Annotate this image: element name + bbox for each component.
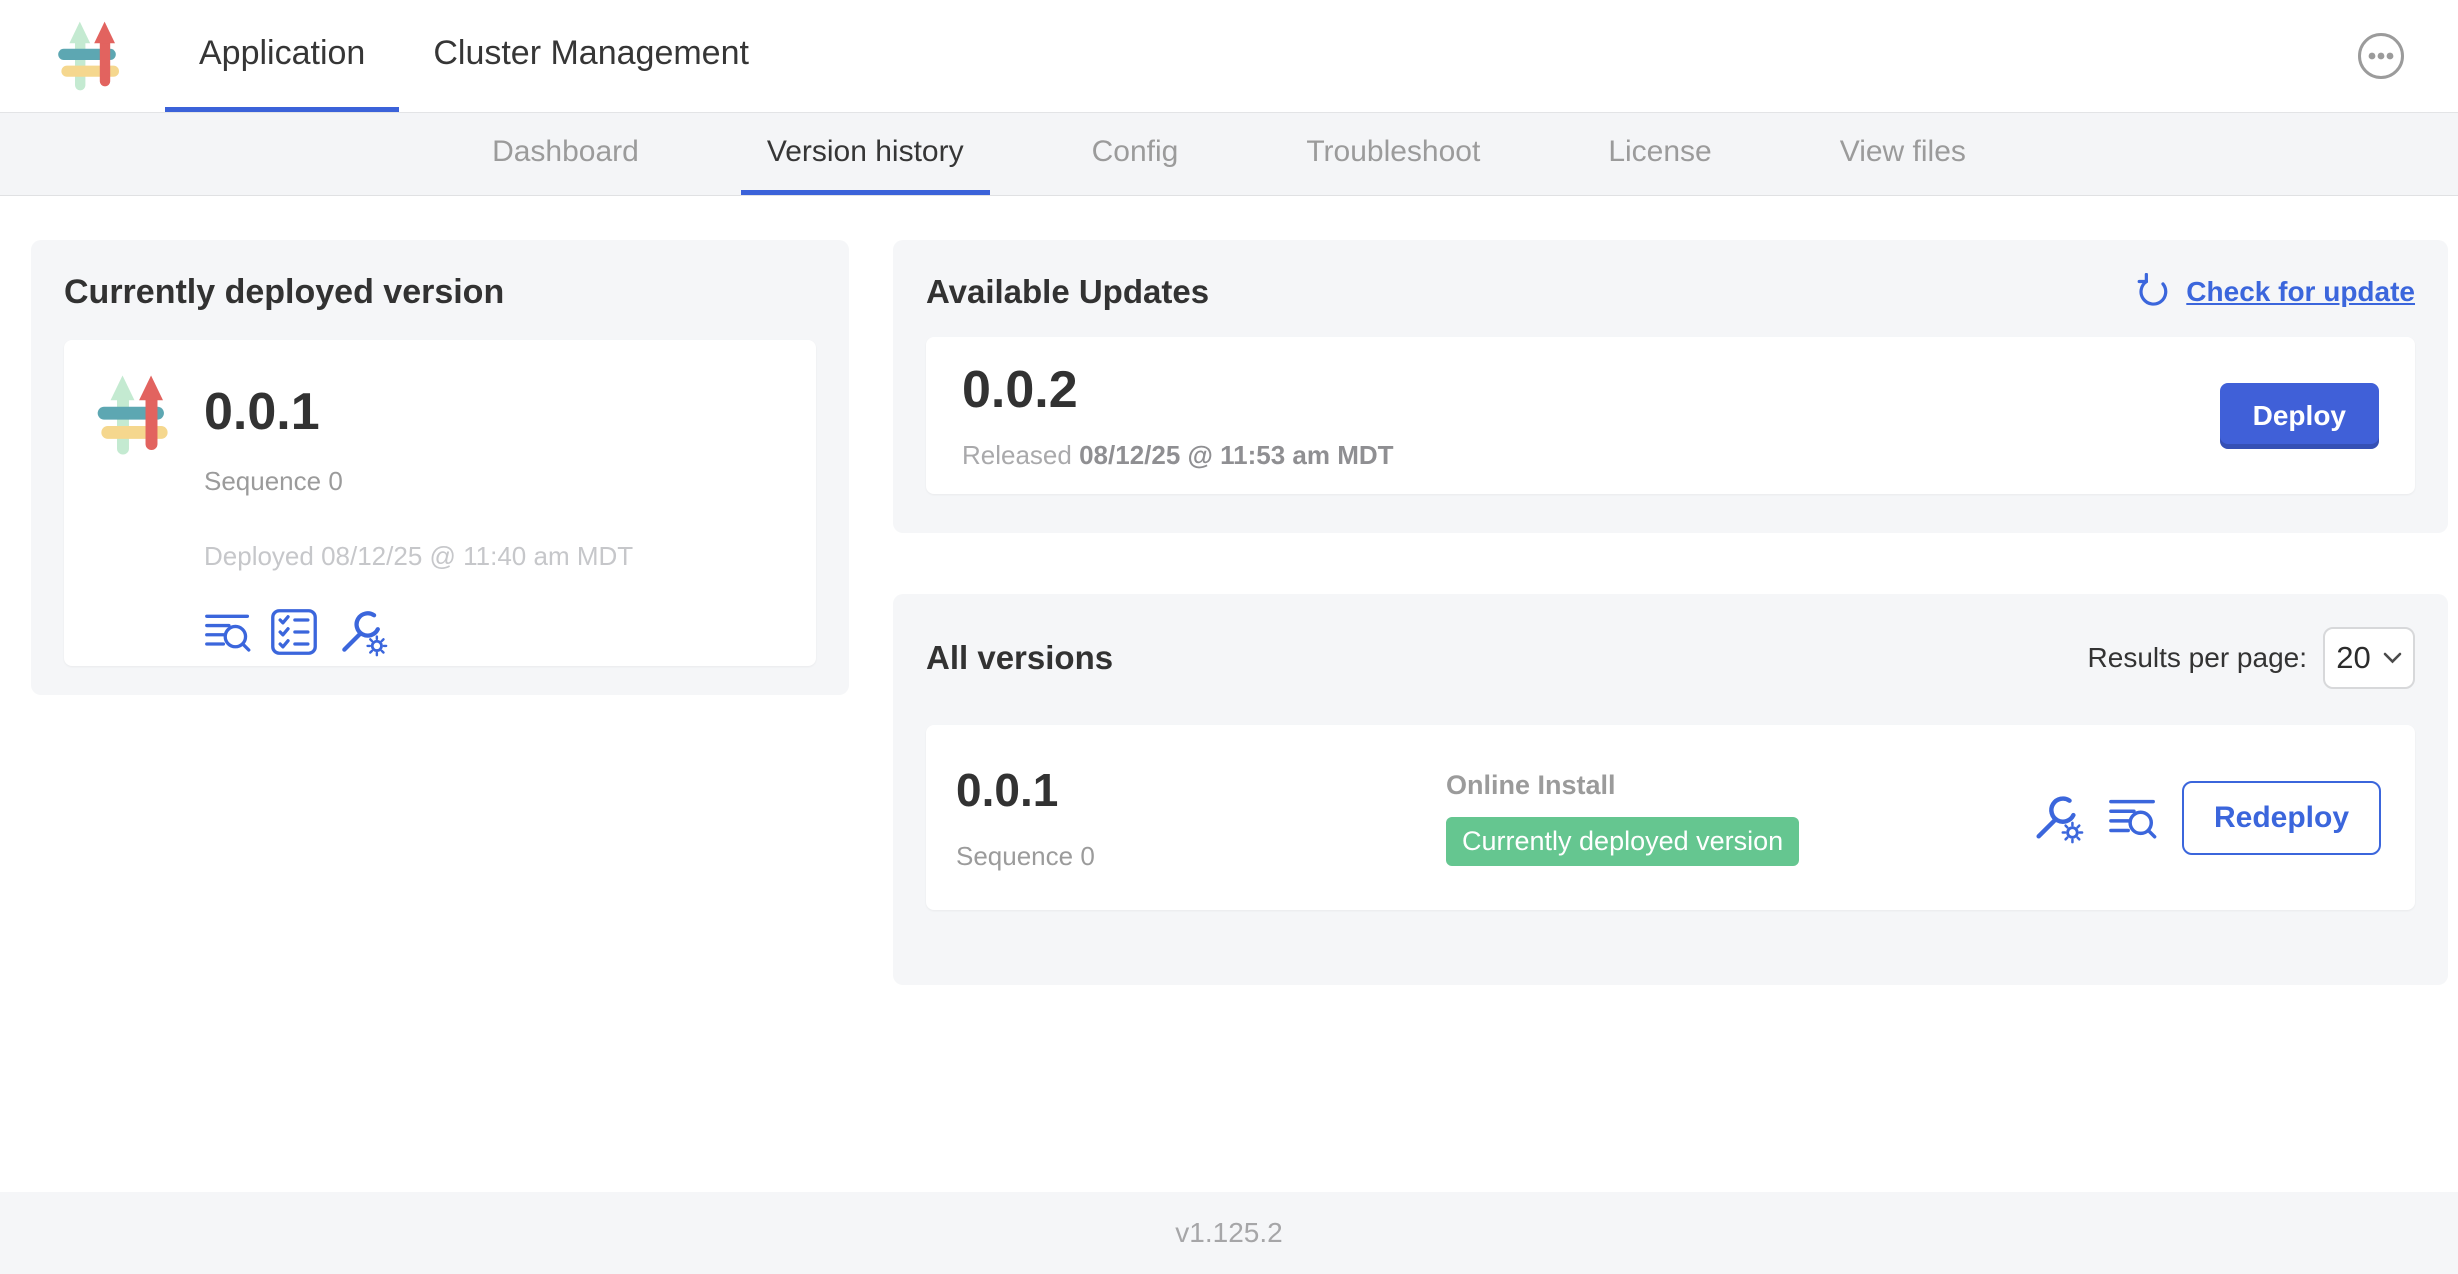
all-versions-title: All versions [926,639,1113,677]
header-tabs: Application Cluster Management [165,0,783,112]
row-version-block: 0.0.1 Sequence 0 [956,763,1446,872]
header-right [2356,0,2458,112]
tab-application-label: Application [199,34,365,73]
released-timestamp: 08/12/25 @ 11:53 am MDT [1079,440,1393,470]
subnav-tab-version-history-label: Version history [767,135,964,169]
refresh-icon [2134,273,2172,311]
currently-deployed-card: 0.0.1 Sequence 0 Deployed 08/12/25 @ 11:… [64,340,816,666]
tab-application[interactable]: Application [165,0,399,112]
app-subnav: Dashboard Version history Config Trouble… [0,113,2458,196]
available-update-card: 0.0.2 Released 08/12/25 @ 11:53 am MDT D… [926,337,2415,494]
update-released-line: Released 08/12/25 @ 11:53 am MDT [962,440,1394,471]
deployed-info: 0.0.1 Sequence 0 Deployed 08/12/25 @ 11:… [204,364,633,642]
subnav-tab-troubleshoot-label: Troubleshoot [1306,135,1480,169]
deployed-timestamp: Deployed 08/12/25 @ 11:40 am MDT [204,541,633,572]
all-versions-panel: All versions Results per page: 20 0.0.1 … [893,594,2448,985]
deployed-version-number: 0.0.1 [204,382,633,442]
tab-cluster-management[interactable]: Cluster Management [399,0,783,112]
chevron-down-icon [2383,652,2402,664]
subnav-tab-troubleshoot[interactable]: Troubleshoot [1280,113,1506,195]
subnav-tab-config-label: Config [1092,135,1179,169]
available-updates-title: Available Updates [926,273,1209,311]
results-per-page-label: Results per page: [2088,642,2307,674]
config-icon[interactable] [336,606,388,658]
available-updates-panel: Available Updates Check for update 0.0.2… [893,240,2448,533]
app-logo-icon [55,0,135,112]
right-column: Available Updates Check for update 0.0.2… [893,240,2448,985]
ellipsis-icon [2356,31,2406,81]
currently-deployed-panel: Currently deployed version 0.0.1 Sequenc… [31,240,849,695]
subnav-tab-dashboard-label: Dashboard [492,135,639,169]
subnav-tab-view-files[interactable]: View files [1814,113,1992,195]
results-per-page-select[interactable]: 20 [2323,627,2415,689]
subnav-tab-license-label: License [1608,135,1711,169]
currently-deployed-title: Currently deployed version [64,273,816,312]
subnav-tab-version-history[interactable]: Version history [741,113,990,195]
released-label: Released [962,440,1072,470]
subnav-tab-config[interactable]: Config [1066,113,1205,195]
subnav-tab-dashboard[interactable]: Dashboard [466,113,665,195]
version-row: 0.0.1 Sequence 0 Online Install Currentl… [926,725,2415,910]
row-version-number: 0.0.1 [956,763,1446,817]
check-for-update-label: Check for update [2186,276,2415,308]
subnav-tab-view-files-label: View files [1840,135,1966,169]
update-info: 0.0.2 Released 08/12/25 @ 11:53 am MDT [962,360,1394,471]
results-per-page-value: 20 [2336,640,2370,676]
main-content: Currently deployed version 0.0.1 Sequenc… [0,196,2458,1192]
release-notes-icon[interactable] [204,608,252,656]
deployed-sequence: Sequence 0 [204,466,633,497]
console-version: v1.125.2 [1175,1217,1282,1249]
install-type: Online Install [1446,770,2030,801]
currently-deployed-badge: Currently deployed version [1446,817,1799,866]
check-for-update-link[interactable]: Check for update [2134,273,2415,311]
more-options-button[interactable] [2356,31,2406,81]
update-version-number: 0.0.2 [962,360,1394,420]
row-actions: Redeploy [2030,781,2385,855]
deploy-button[interactable]: Deploy [2220,383,2379,449]
page-footer: v1.125.2 [0,1192,2458,1274]
tab-cluster-management-label: Cluster Management [433,34,749,73]
top-header: Application Cluster Management [0,0,2458,113]
row-config-icon[interactable] [2030,791,2084,845]
subnav-tab-license[interactable]: License [1582,113,1737,195]
deployed-actions [204,606,633,658]
row-sequence: Sequence 0 [956,841,1446,872]
redeploy-button[interactable]: Redeploy [2182,781,2381,855]
app-version-logo-icon [94,366,186,642]
preflight-checks-icon[interactable] [270,608,318,656]
results-per-page-group: Results per page: 20 [2088,627,2415,689]
row-release-notes-icon[interactable] [2108,793,2158,843]
row-status-block: Online Install Currently deployed versio… [1446,770,2030,866]
